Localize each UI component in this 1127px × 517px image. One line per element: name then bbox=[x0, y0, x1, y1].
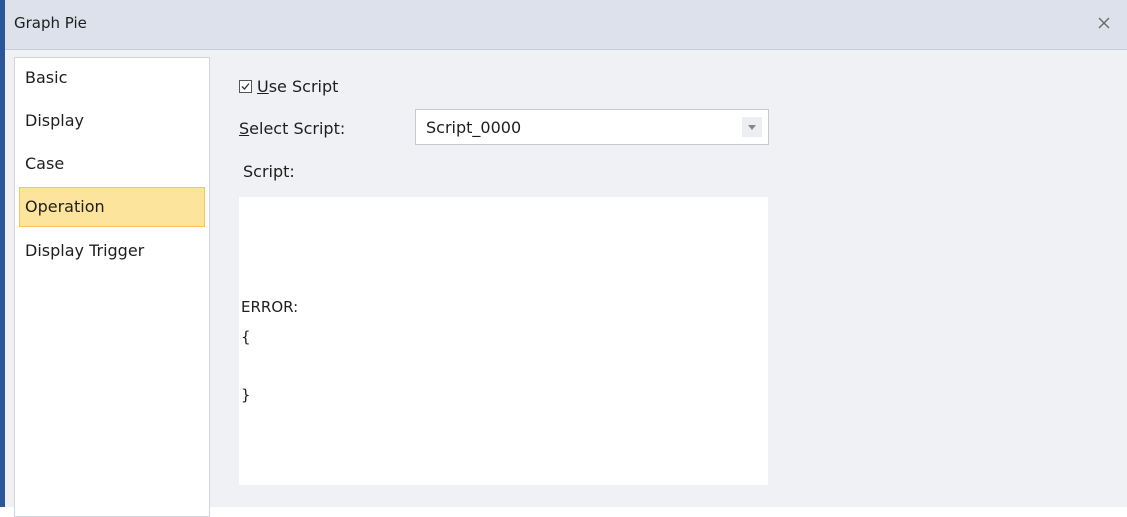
close-icon bbox=[1098, 17, 1110, 29]
script-line: } bbox=[241, 386, 251, 404]
sidebar-item-case[interactable]: Case bbox=[19, 144, 205, 184]
use-script-checkbox-row[interactable]: Use Script bbox=[239, 77, 338, 96]
operation-panel: Use Script Select Script: Script_0000 Sc… bbox=[211, 50, 1127, 507]
checkmark-icon bbox=[241, 83, 250, 90]
close-button[interactable] bbox=[1093, 12, 1115, 34]
use-script-label: Use Script bbox=[257, 77, 339, 96]
script-select-value: Script_0000 bbox=[426, 118, 522, 137]
sidebar-item-label: Operation bbox=[25, 197, 105, 216]
sidebar-item-label: Basic bbox=[25, 68, 68, 87]
property-category-list: Basic Display Case Operation Display Tri… bbox=[14, 57, 210, 517]
script-label: Script: bbox=[243, 162, 295, 181]
sidebar-item-display[interactable]: Display bbox=[19, 101, 205, 141]
use-script-checkbox[interactable] bbox=[239, 80, 252, 93]
dialog-window: Graph Pie Basic Display Case Operation D… bbox=[0, 0, 1127, 517]
sidebar-item-basic[interactable]: Basic bbox=[19, 58, 205, 98]
sidebar-item-display-trigger[interactable]: Display Trigger bbox=[19, 231, 205, 271]
title-bar: Graph Pie bbox=[5, 0, 1127, 50]
dropdown-arrow-icon[interactable] bbox=[742, 117, 762, 137]
script-line: { bbox=[241, 328, 251, 346]
script-editor[interactable]: ERROR: { } bbox=[239, 197, 768, 485]
sidebar-item-label: Case bbox=[25, 154, 65, 173]
sidebar-item-operation[interactable]: Operation bbox=[19, 187, 205, 227]
script-select[interactable]: Script_0000 bbox=[415, 109, 769, 145]
sidebar-item-label: Display Trigger bbox=[25, 241, 145, 260]
dialog-title: Graph Pie bbox=[14, 14, 87, 32]
select-script-label: Select Script: bbox=[239, 119, 346, 138]
sidebar-item-label: Display bbox=[25, 111, 84, 130]
script-line: ERROR: bbox=[241, 298, 299, 316]
